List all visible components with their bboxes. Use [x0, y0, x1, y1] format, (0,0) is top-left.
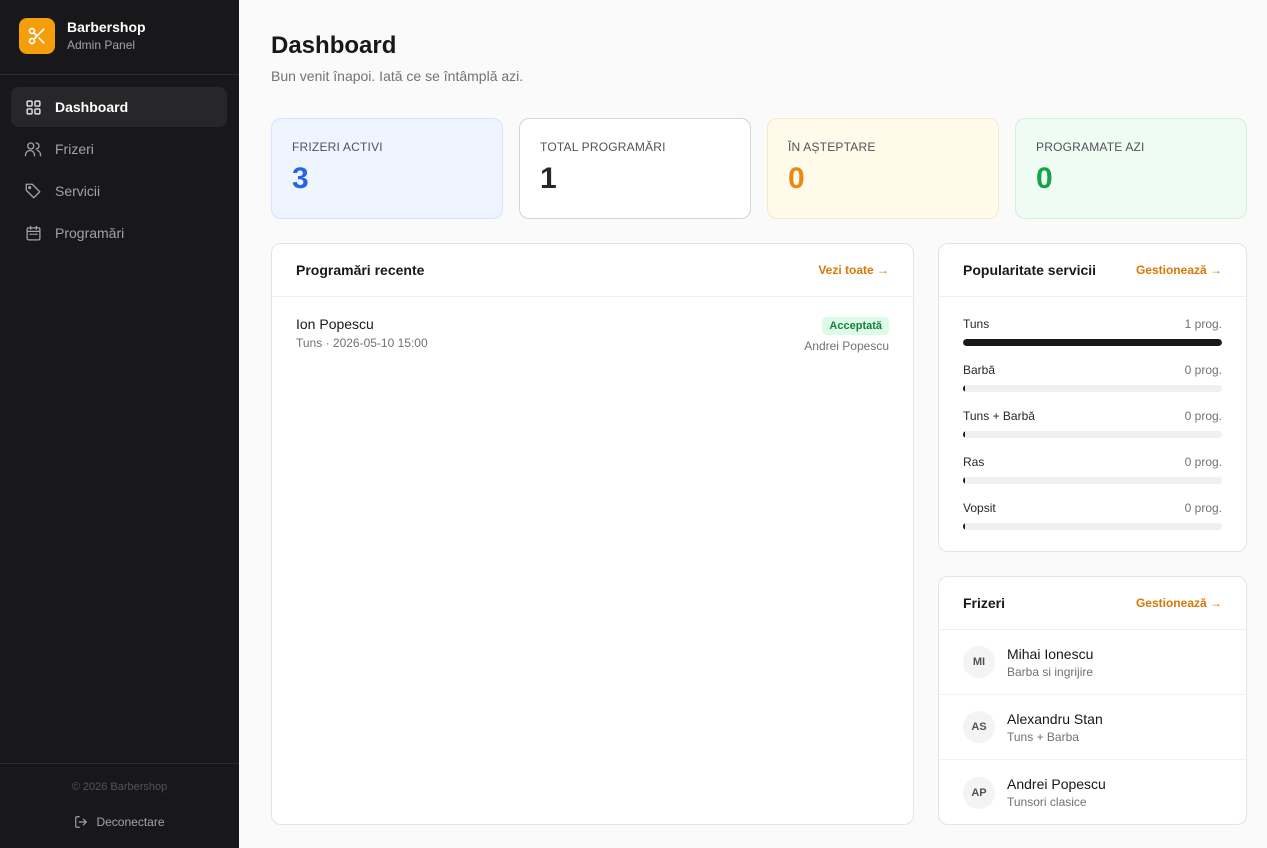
appointment-barber: Andrei Popescu — [804, 339, 889, 353]
sidebar-item-programari[interactable]: Programări — [11, 213, 227, 253]
appointment-row[interactable]: Ion Popescu Tuns · 2026-05-10 15:00 Acce… — [272, 297, 913, 372]
barber-name: Alexandru Stan — [1007, 710, 1103, 727]
view-all-link[interactable]: Vezi toate → — [818, 263, 889, 277]
barber-specialty: Tuns + Barba — [1007, 729, 1079, 744]
avatar: AS — [963, 711, 995, 743]
service-popularity-card: Popularitate servicii Gestionează → Tuns… — [938, 243, 1247, 552]
stat-label: TOTAL PROGRAMĂRI — [540, 140, 666, 154]
stat-label: ÎN AȘTEPTARE — [788, 140, 876, 154]
card-header: Frizeri Gestionează → — [939, 577, 1246, 630]
sidebar-item-dashboard[interactable]: Dashboard — [11, 87, 227, 127]
stat-label: PROGRAMATE AZI — [1036, 140, 1145, 154]
barber-specialty: Barba si ingrijire — [1007, 664, 1094, 679]
calendar-icon — [24, 224, 42, 242]
card-header: Programări recente Vezi toate → — [272, 244, 913, 297]
barbers-card: Frizeri Gestionează → MI Mihai Ionescu B… — [938, 576, 1247, 825]
page-title: Dashboard — [271, 32, 397, 59]
popularity-item: Vopsit 0 prog. — [963, 500, 1222, 546]
sidebar: Barbershop Admin Panel Dashboard Frizeri… — [0, 0, 239, 848]
logout-label: Deconectare — [96, 815, 165, 829]
popularity-bar-fill — [963, 431, 965, 438]
stat-card-total-appointments: TOTAL PROGRAMĂRI 1 — [519, 118, 751, 219]
card-title: Popularitate servicii — [963, 262, 1097, 278]
appointment-client: Ion Popescu — [296, 316, 374, 332]
service-name: Tuns — [963, 317, 990, 331]
popularity-bar-track — [963, 431, 1222, 438]
card-title: Frizeri — [963, 595, 1006, 611]
stat-card-active-barbers: FRIZERI ACTIVI 3 — [271, 118, 503, 219]
popularity-bar-track — [963, 523, 1222, 530]
popularity-bar-fill — [963, 385, 965, 392]
stat-card-pending: ÎN AȘTEPTARE 0 — [767, 118, 999, 219]
avatar: AP — [963, 776, 995, 809]
sidebar-item-label: Programări — [55, 225, 125, 241]
barber-specialty: Tunsori clasice — [1007, 795, 1087, 809]
sidebar-item-label: Servicii — [55, 183, 101, 199]
sidebar-divider — [0, 74, 239, 75]
service-count: 1 prog. — [1184, 317, 1222, 331]
service-count: 0 prog. — [1184, 409, 1222, 423]
service-count: 0 prog. — [1184, 455, 1222, 469]
popularity-bar-fill — [963, 523, 965, 530]
tag-icon — [24, 182, 42, 200]
popularity-bar-track — [963, 385, 1222, 392]
grid-icon — [24, 98, 42, 116]
stat-card-scheduled-today: PROGRAMATE AZI 0 — [1015, 118, 1247, 219]
stat-value: 3 — [292, 162, 309, 195]
sidebar-item-label: Frizeri — [55, 141, 94, 157]
popularity-bar-fill — [963, 339, 1222, 346]
appointment-meta: Tuns · 2026-05-10 15:00 — [296, 336, 428, 350]
avatar: MI — [963, 646, 995, 678]
manage-services-link[interactable]: Gestionează → — [1136, 263, 1222, 277]
logout-icon — [74, 815, 88, 829]
popularity-item: Tuns + Barbă 0 prog. — [963, 408, 1222, 454]
barber-name: Mihai Ionescu — [1007, 645, 1094, 662]
logout-button[interactable]: Deconectare — [0, 815, 239, 829]
popularity-bar-track — [963, 339, 1222, 346]
page-subtitle: Bun venit înapoi. Iată ce se întâmplă az… — [271, 68, 524, 84]
popularity-item: Ras 0 prog. — [963, 454, 1222, 500]
recent-appointments-card: Programări recente Vezi toate → Ion Pope… — [271, 243, 914, 825]
service-name: Ras — [963, 455, 985, 469]
sidebar-nav: Dashboard Frizeri Servicii Programări — [11, 87, 227, 255]
brand-subtitle: Admin Panel — [67, 38, 136, 52]
barber-name: Andrei Popescu — [1007, 776, 1106, 792]
sidebar-item-label: Dashboard — [55, 99, 129, 115]
service-count: 0 prog. — [1184, 501, 1222, 515]
barber-row[interactable]: AP Andrei Popescu Tunsori clasice — [939, 760, 1246, 825]
card-header: Popularitate servicii Gestionează → — [939, 244, 1246, 297]
popularity-item: Tuns 1 prog. — [963, 316, 1222, 362]
stat-value: 0 — [788, 162, 805, 195]
copyright: © 2026 Barbershop — [71, 781, 168, 793]
brand[interactable]: Barbershop Admin Panel — [19, 18, 146, 54]
barber-row[interactable]: MI Mihai Ionescu Barba si ingrijire — [939, 630, 1246, 695]
status-badge: Acceptată — [822, 317, 889, 335]
users-icon — [24, 140, 42, 158]
service-name: Tuns + Barbă — [963, 409, 1035, 423]
stat-value: 0 — [1036, 162, 1053, 195]
barber-row[interactable]: AS Alexandru Stan Tuns + Barba — [939, 695, 1246, 760]
service-name: Barbă — [963, 363, 996, 377]
service-count: 0 prog. — [1184, 363, 1222, 377]
popularity-bar-track — [963, 477, 1222, 484]
popularity-bar-fill — [963, 477, 965, 484]
service-name: Vopsit — [963, 501, 996, 515]
scissors-icon — [19, 18, 55, 54]
brand-name: Barbershop — [67, 19, 146, 35]
card-title: Programări recente — [296, 262, 425, 278]
sidebar-divider — [0, 763, 239, 764]
manage-barbers-link[interactable]: Gestionează → — [1136, 596, 1222, 610]
stat-label: FRIZERI ACTIVI — [292, 140, 383, 154]
sidebar-item-frizeri[interactable]: Frizeri — [11, 129, 227, 169]
stat-value: 1 — [540, 162, 557, 195]
sidebar-item-servicii[interactable]: Servicii — [11, 171, 227, 211]
popularity-item: Barbă 0 prog. — [963, 362, 1222, 408]
popularity-list: Tuns 1 prog. Barbă 0 prog. Tuns + Barbă 0 p… — [939, 297, 1246, 546]
